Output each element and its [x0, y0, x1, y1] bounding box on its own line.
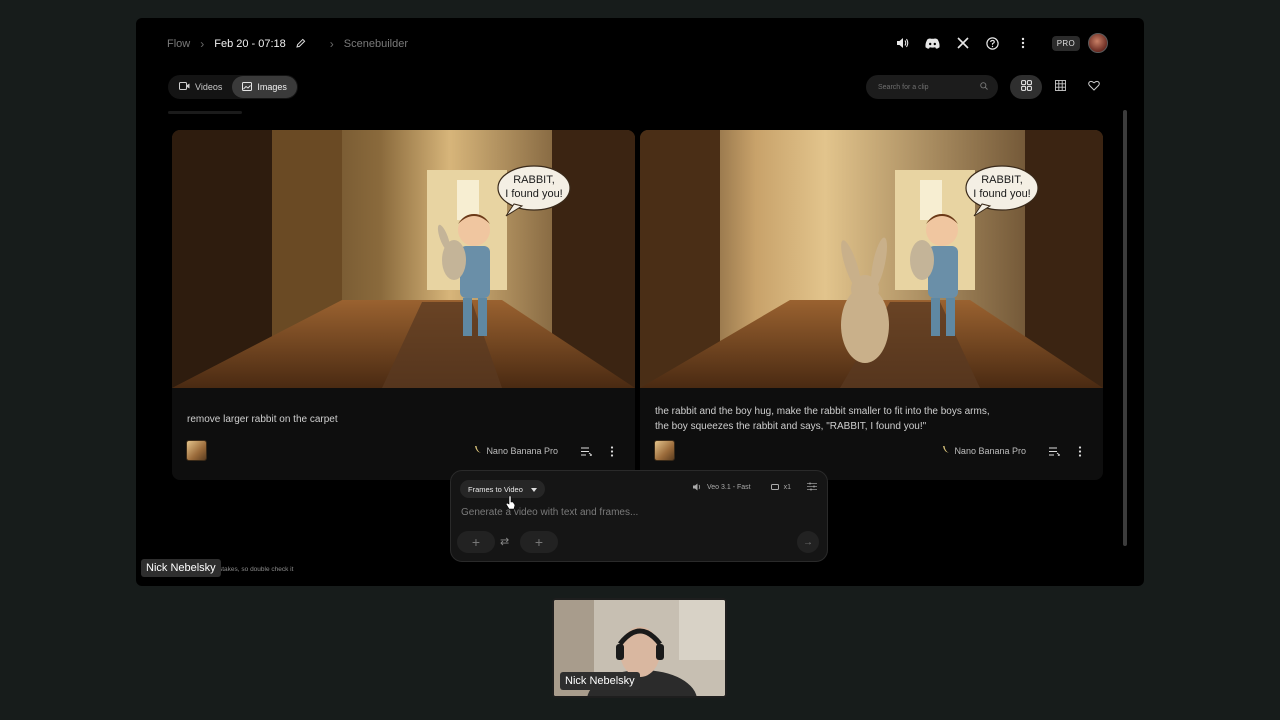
- model-value: Veo 3.1 - Fast: [707, 484, 751, 491]
- add-end-frame-button[interactable]: +: [520, 531, 558, 553]
- header: Flow › Feb 20 - 07:18 › Scenebuilder PRO: [136, 18, 1144, 70]
- send-button[interactable]: →: [797, 531, 819, 553]
- generated-image[interactable]: RABBIT, I found you!: [640, 130, 1103, 388]
- composer-settings: Veo 3.1 - Fast x1: [693, 482, 817, 493]
- volume-icon[interactable]: [894, 34, 912, 52]
- caret-down-icon: [530, 485, 537, 494]
- more-vert-icon[interactable]: [1014, 34, 1032, 52]
- reuse-prompt-icon[interactable]: [578, 443, 594, 459]
- image-card[interactable]: RABBIT, I found you! the rabbit and the …: [640, 130, 1103, 480]
- model-name: Nano Banana Pro: [486, 445, 558, 456]
- swap-frames-icon[interactable]: ⇄: [500, 535, 509, 548]
- model-select[interactable]: Veo 3.1 - Fast: [693, 483, 751, 493]
- speech-line-2: I found you!: [973, 188, 1031, 200]
- image-icon: [242, 81, 253, 93]
- volume-icon: [693, 483, 702, 493]
- mode-label: Frames to Video: [468, 484, 523, 494]
- discord-icon[interactable]: [924, 34, 942, 52]
- more-vert-icon[interactable]: [604, 443, 620, 459]
- presenter-name-label: Nick Nebelsky: [560, 672, 640, 690]
- settings-sliders-icon[interactable]: [807, 482, 817, 493]
- banana-icon: [942, 445, 950, 456]
- edit-pencil-icon[interactable]: [296, 38, 306, 51]
- grid-large-view-button[interactable]: [1010, 75, 1042, 99]
- plus-icon: +: [471, 534, 481, 550]
- search-placeholder: Search for a clip: [878, 83, 929, 91]
- speech-line-2: I found you!: [505, 188, 563, 200]
- add-start-frame-button[interactable]: +: [457, 531, 495, 553]
- x-icon[interactable]: [954, 34, 972, 52]
- reference-thumbnail[interactable]: [186, 440, 207, 461]
- card-footer: Nano Banana Pro: [654, 440, 1094, 462]
- mouse-cursor-icon: [506, 496, 516, 510]
- view-toggle: [1010, 75, 1110, 99]
- disclaimer-text: stakes, so double check it: [219, 566, 294, 573]
- header-actions: PRO: [894, 33, 1108, 53]
- avatar[interactable]: [1088, 33, 1108, 53]
- prompt-composer: Frames to Video Veo 3.1 - Fast x1 Genera…: [450, 470, 828, 562]
- arrow-right-icon: →: [803, 536, 813, 548]
- loading-bar: [168, 111, 242, 114]
- prompt-text: remove larger rabbit on the carpet: [187, 412, 338, 427]
- banana-icon: [474, 445, 482, 456]
- prompt-line: the rabbit and the boy hug, make the rab…: [655, 406, 990, 417]
- prompt-text: the rabbit and the boy hug, make the rab…: [655, 404, 990, 434]
- speech-line-1: RABBIT,: [981, 174, 1023, 186]
- prompt-input[interactable]: Generate a video with text and frames...: [461, 507, 638, 518]
- grid-small-view-button[interactable]: [1044, 75, 1076, 99]
- model-name: Nano Banana Pro: [954, 445, 1026, 456]
- scrollbar[interactable]: [1123, 110, 1127, 546]
- card-footer: Nano Banana Pro: [186, 440, 626, 462]
- breadcrumb-root[interactable]: Flow: [167, 38, 190, 50]
- mode-dropdown[interactable]: Frames to Video: [460, 480, 545, 498]
- grid-large-icon: [1020, 78, 1032, 96]
- heart-icon: [1088, 78, 1100, 96]
- search-icon: [980, 82, 988, 92]
- speech-line-1: RABBIT,: [513, 174, 555, 186]
- model-label: Nano Banana Pro: [474, 445, 558, 456]
- output-count: x1: [783, 484, 791, 491]
- model-label: Nano Banana Pro: [942, 445, 1026, 456]
- reference-thumbnail[interactable]: [654, 440, 675, 461]
- breadcrumb-project[interactable]: Feb 20 - 07:18: [214, 38, 286, 50]
- search-input[interactable]: Search for a clip: [866, 75, 998, 99]
- presenter-name-label: Nick Nebelsky: [141, 559, 221, 577]
- prompt-line: remove larger rabbit on the carpet: [187, 414, 338, 425]
- aspect-ratio-icon: [770, 483, 779, 492]
- flow-app-window: Flow › Feb 20 - 07:18 › Scenebuilder PRO…: [136, 18, 1144, 586]
- video-icon: [179, 82, 190, 92]
- media-tabs: Videos Images: [168, 75, 298, 99]
- plan-badge: PRO: [1051, 35, 1080, 51]
- card-actions: [1046, 443, 1088, 459]
- card-actions: [578, 443, 620, 459]
- reuse-prompt-icon[interactable]: [1046, 443, 1062, 459]
- grid-small-icon: [1054, 78, 1066, 96]
- chevron-right-icon: ›: [200, 37, 205, 51]
- chevron-right-icon: ›: [329, 37, 334, 51]
- tab-label: Videos: [195, 82, 223, 92]
- prompt-line: the boy squeezes the rabbit and says, "R…: [655, 421, 927, 432]
- plus-icon: +: [534, 534, 544, 550]
- webcam-feed: Nick Nebelsky: [552, 598, 727, 698]
- more-vert-icon[interactable]: [1072, 443, 1088, 459]
- tab-label: Images: [257, 82, 287, 92]
- output-count-select[interactable]: x1: [770, 483, 791, 492]
- breadcrumb: Flow › Feb 20 - 07:18 › Scenebuilder: [167, 37, 408, 51]
- tab-videos[interactable]: Videos: [169, 76, 232, 98]
- image-card[interactable]: RABBIT, I found you! remove larger rabbi…: [172, 130, 635, 480]
- favorites-button[interactable]: [1078, 75, 1110, 99]
- breadcrumb-page[interactable]: Scenebuilder: [344, 38, 408, 50]
- tab-images[interactable]: Images: [232, 76, 297, 98]
- generated-image[interactable]: RABBIT, I found you!: [172, 130, 635, 388]
- help-icon[interactable]: [984, 34, 1002, 52]
